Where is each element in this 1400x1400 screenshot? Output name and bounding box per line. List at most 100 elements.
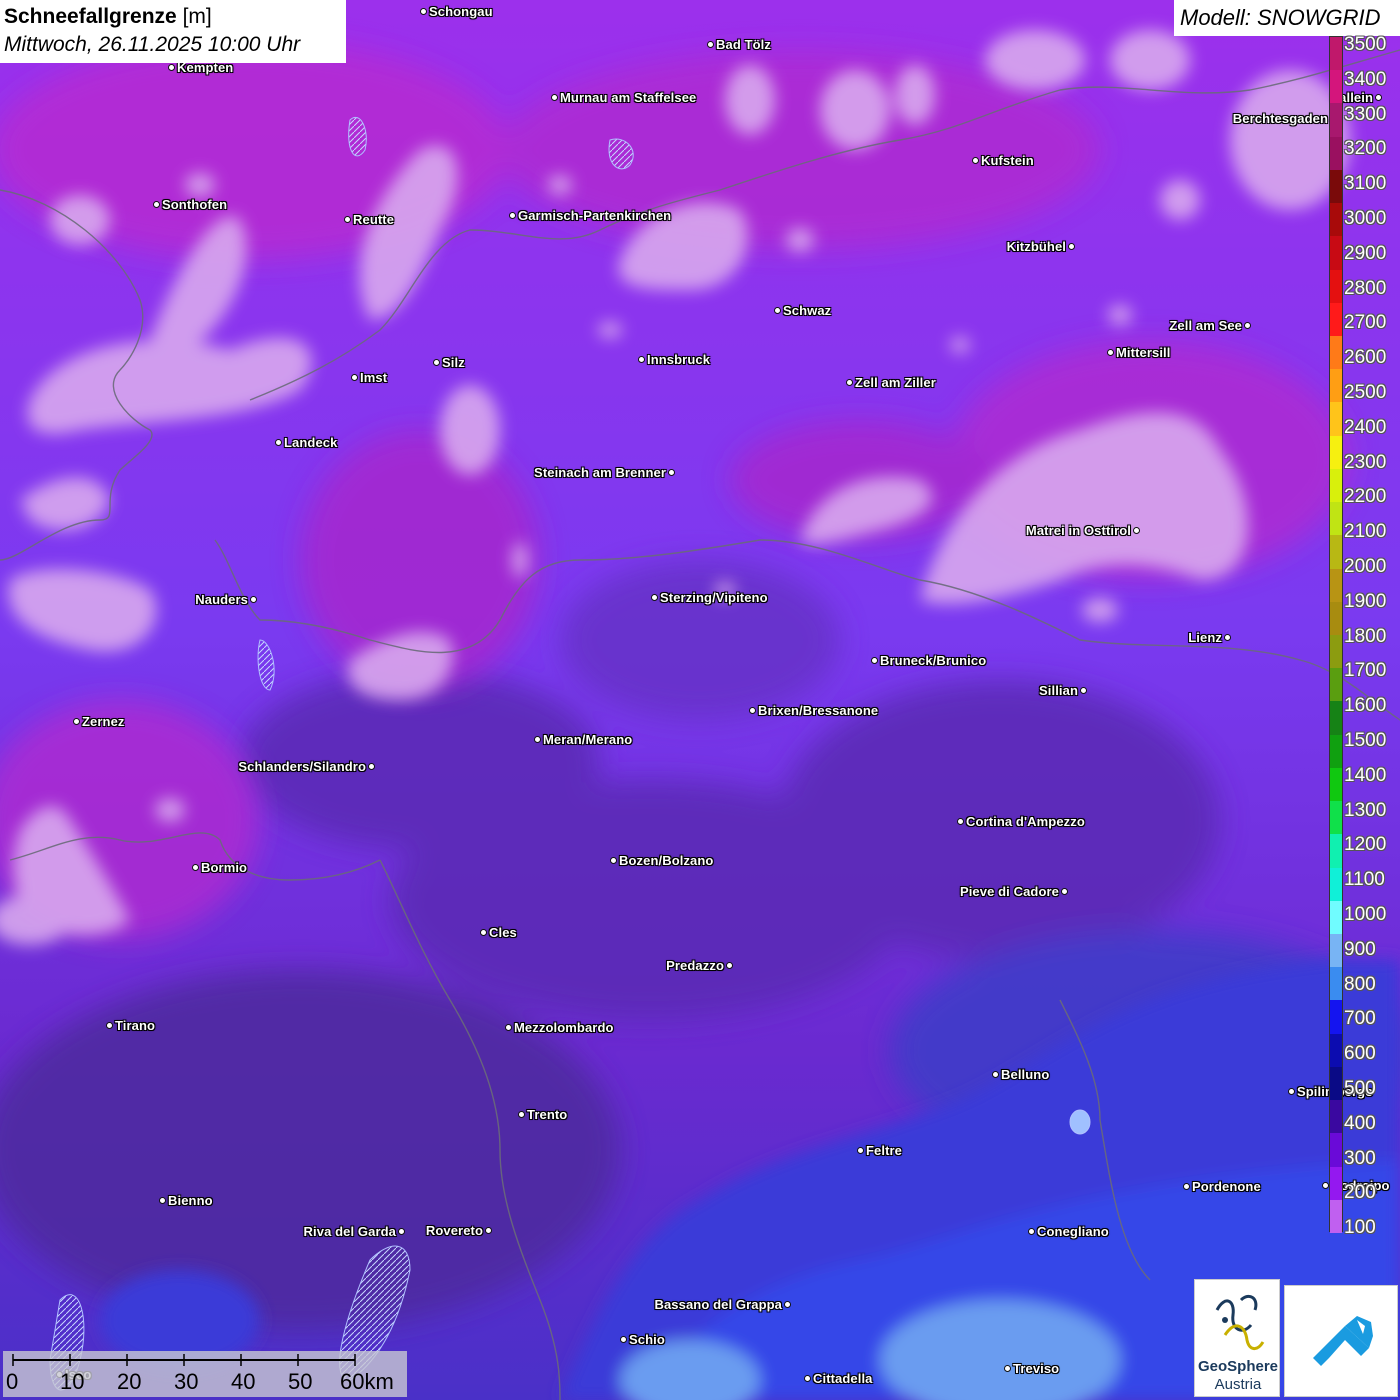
scale-tick-label: 30 (174, 1369, 199, 1394)
city-dot-icon (480, 929, 487, 936)
city-label: Nauders (195, 592, 248, 607)
city-label: Zernez (82, 714, 125, 729)
city-dot-icon (275, 439, 282, 446)
legend-color-step (1330, 136, 1342, 171)
legend-color-step (1330, 734, 1342, 769)
city-label: Treviso (1013, 1361, 1060, 1376)
legend-value-label: 500 (1344, 1078, 1376, 1099)
city-marker: Bruneck/Brunico (871, 653, 988, 668)
city-marker: Schio (620, 1332, 667, 1347)
city-dot-icon (668, 469, 675, 476)
scale-tick-label: 60km (340, 1369, 394, 1394)
city-marker: Tirano (106, 1018, 157, 1033)
snowgrid-logo[interactable] (1284, 1285, 1398, 1397)
scale-bar: 0 10 20 30 40 50 60km (3, 1351, 407, 1397)
city-marker: Rovereto (424, 1223, 492, 1238)
city-label: Pordenone (1192, 1179, 1261, 1194)
city-dot-icon (368, 763, 375, 770)
city-marker: Pordenone (1183, 1179, 1263, 1194)
city-marker: Cles (480, 925, 519, 940)
city-label: Landeck (284, 435, 338, 450)
legend-color-step (1330, 336, 1342, 370)
city-label: Silz (442, 355, 465, 370)
scale-tick-label: 40 (231, 1369, 256, 1394)
city-label: Mittersill (1116, 345, 1171, 360)
city-marker: Schongau (420, 4, 495, 19)
city-dot-icon (774, 307, 781, 314)
map-title: Schneefallgrenze (4, 5, 177, 28)
city-dot-icon (534, 736, 541, 743)
legend-color-step (1330, 568, 1342, 603)
city-label: Predazzo (666, 958, 724, 973)
city-marker: Mezzolombardo (505, 1020, 616, 1035)
legend-color-step (1330, 1033, 1342, 1068)
city-marker: Meran/Merano (534, 732, 634, 747)
legend-value-label: 2200 (1344, 486, 1387, 508)
legend-value-label: 3300 (1344, 103, 1387, 125)
city-dot-icon (1080, 687, 1087, 694)
model-label: Modell: SNOWGRID (1174, 0, 1400, 36)
geosphere-logo[interactable]: GeoSphere Austria (1194, 1279, 1280, 1397)
legend-value-label: 1400 (1344, 764, 1387, 786)
city-marker: Zell am See (1167, 318, 1251, 333)
city-label: Lienz (1188, 630, 1222, 645)
city-label: Imst (360, 370, 388, 385)
city-marker: Steinach am Brenner (532, 465, 675, 480)
city-dot-icon (351, 374, 358, 381)
legend-color-step (1330, 468, 1342, 503)
legend-color-step (1330, 369, 1342, 403)
city-label: Schongau (429, 4, 493, 19)
scale-tick-label: 50 (288, 1369, 313, 1394)
legend-value-label: 3400 (1344, 68, 1387, 90)
legend-color-step (1330, 1000, 1342, 1035)
city-dot-icon (505, 1024, 512, 1031)
legend-color-step (1330, 1199, 1342, 1234)
city-label: Sterzing/Vipiteno (660, 590, 768, 605)
legend-value-label: 1900 (1344, 590, 1387, 612)
city-label: Zell am See (1169, 318, 1242, 333)
city-marker: Zell am Ziller (846, 375, 938, 390)
legend-color-step (1330, 601, 1342, 636)
city-marker: Bienno (159, 1193, 215, 1208)
city-marker: Riva del Garda (302, 1224, 405, 1239)
legend-value-label: 700 (1344, 1008, 1376, 1030)
legend-color-step (1330, 435, 1342, 470)
color-legend-labels: 3500 3400 3300 3200 3100 3000 2900 2800 2700 2600… (1344, 34, 1400, 1238)
city-marker: Garmisch-Partenkirchen (509, 208, 673, 223)
legend-value-label: 1800 (1344, 625, 1387, 647)
city-marker: Belluno (992, 1067, 1051, 1082)
legend-value-label: 2500 (1344, 382, 1387, 403)
city-dot-icon (485, 1227, 492, 1234)
map-unit: [m] (182, 5, 212, 28)
legend-value-label: 3200 (1344, 138, 1387, 160)
legend-value-label: 300 (1344, 1147, 1376, 1169)
legend-value-label: 600 (1344, 1043, 1376, 1065)
legend-color-step (1330, 169, 1342, 204)
legend-value-label: 1200 (1344, 834, 1387, 856)
city-marker: Matrei in Osttirol (1024, 523, 1140, 538)
city-dot-icon (804, 1375, 811, 1382)
city-marker: Zernez (73, 714, 127, 729)
title-box: Schneefallgrenze [m] Mittwoch, 26.11.202… (0, 0, 346, 63)
legend-value-label: 100 (1344, 1217, 1376, 1239)
city-marker: Cittadella (804, 1371, 875, 1386)
city-marker: Cortina d'Ampezzo (957, 814, 1087, 829)
city-dot-icon (726, 962, 733, 969)
city-label: Berchtesgaden (1232, 111, 1328, 126)
city-label: Sonthofen (162, 197, 228, 212)
logo-name: GeoSphere (1197, 1358, 1279, 1375)
city-marker: Brixen/Bressanone (749, 703, 880, 718)
city-dot-icon (610, 857, 617, 864)
city-dot-icon (638, 356, 645, 363)
city-dot-icon (1028, 1228, 1035, 1235)
city-label: Bormio (201, 860, 248, 875)
city-dot-icon (992, 1071, 999, 1078)
city-dot-icon (871, 657, 878, 664)
legend-color-step (1330, 1133, 1342, 1168)
city-marker: Predazzo (664, 958, 733, 973)
city-marker: Bassano del Grappa (652, 1297, 791, 1312)
legend-value-label: 1500 (1344, 730, 1387, 751)
city-dot-icon (1322, 1182, 1329, 1189)
city-dot-icon (192, 864, 199, 871)
city-dot-icon (518, 1111, 525, 1118)
